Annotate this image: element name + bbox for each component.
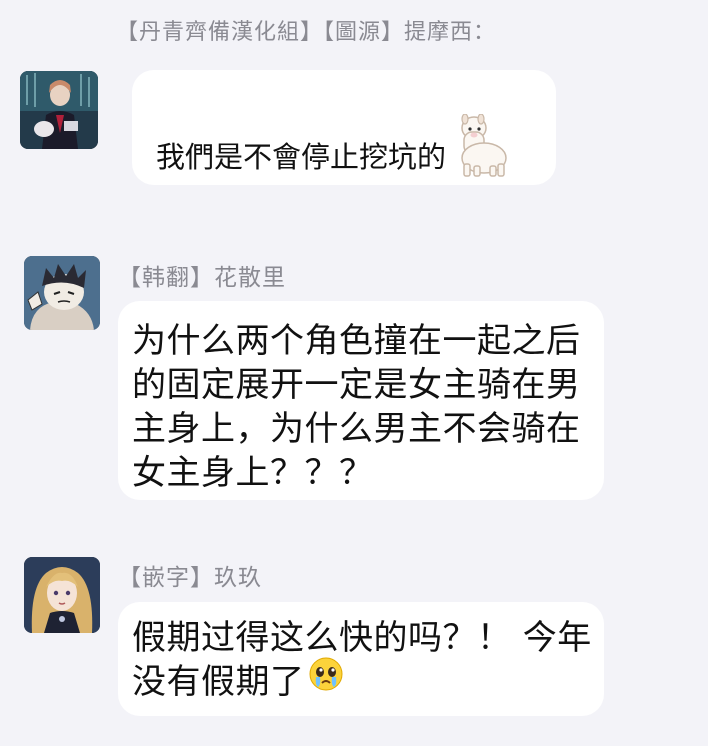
message-text: 为什么两个角色撞在一起之后 的固定展开一定是女主骑在男 主身上，为什么男主不会骑… xyxy=(132,321,581,493)
message-bubble: 我們是不會停止挖坑的 xyxy=(132,70,556,185)
crying-face-emoji xyxy=(309,657,343,702)
sender-name: 【韩翻】花散里 xyxy=(118,265,286,291)
avatar[interactable] xyxy=(20,71,98,149)
avatar[interactable] xyxy=(24,256,100,330)
sender-name: 【嵌字】玖玖 xyxy=(118,565,262,591)
message-bubble: 为什么两个角色撞在一起之后 的固定展开一定是女主骑在男 主身上，为什么男主不会骑… xyxy=(118,301,604,500)
sender-name: 【丹青齊備漢化組】【圖源】提摩西： xyxy=(116,20,497,45)
message-text: 假期过得这么快的吗？！ 今年 没有假期了 xyxy=(132,618,592,702)
alpaca-emoji xyxy=(450,113,510,188)
message-text: 我們是不會停止挖坑的 xyxy=(156,140,447,174)
message-bubble: 假期过得这么快的吗？！ 今年 没有假期了 xyxy=(118,602,604,716)
avatar[interactable] xyxy=(24,557,100,633)
